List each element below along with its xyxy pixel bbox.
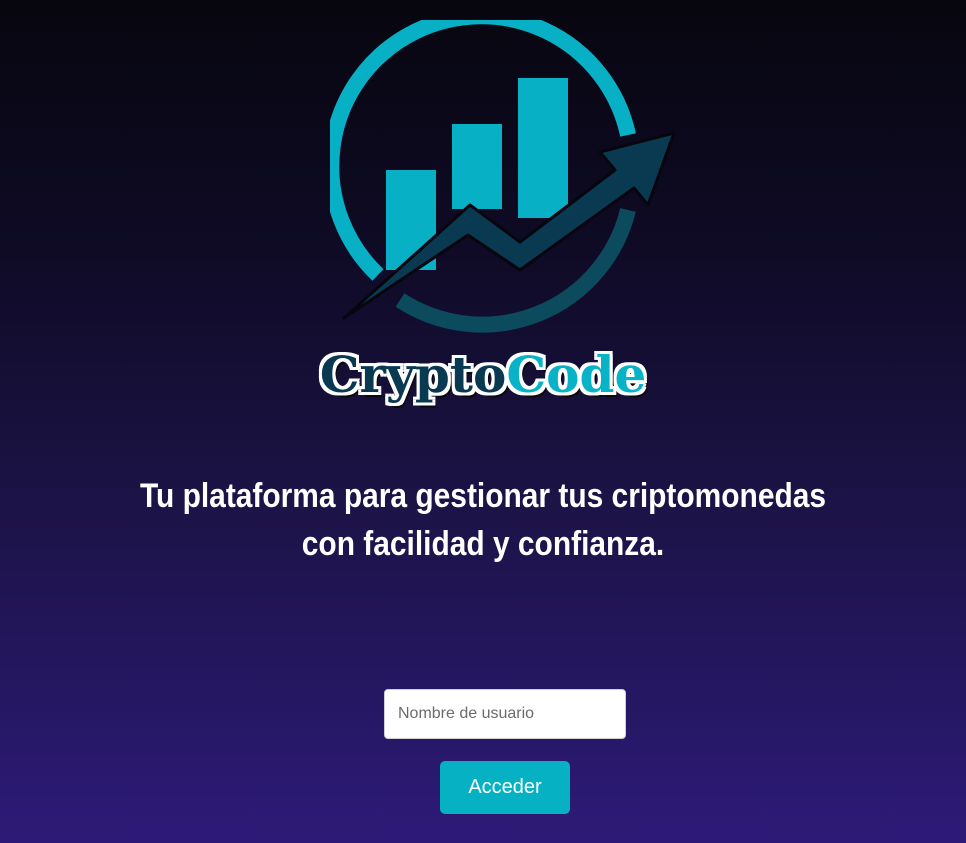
brand-name: CryptoCode xyxy=(0,345,966,405)
acceder-button[interactable]: Acceder xyxy=(440,761,570,814)
tagline: Tu plataforma para gestionar tus criptom… xyxy=(139,477,827,563)
brand-name-part1: Crypto xyxy=(319,345,507,404)
logo-bar-3 xyxy=(518,78,568,218)
brand-logo-icon xyxy=(330,20,676,333)
brand-name-part2: Code xyxy=(506,345,647,404)
logo-bar-2 xyxy=(452,124,502,209)
username-input[interactable] xyxy=(384,689,626,739)
